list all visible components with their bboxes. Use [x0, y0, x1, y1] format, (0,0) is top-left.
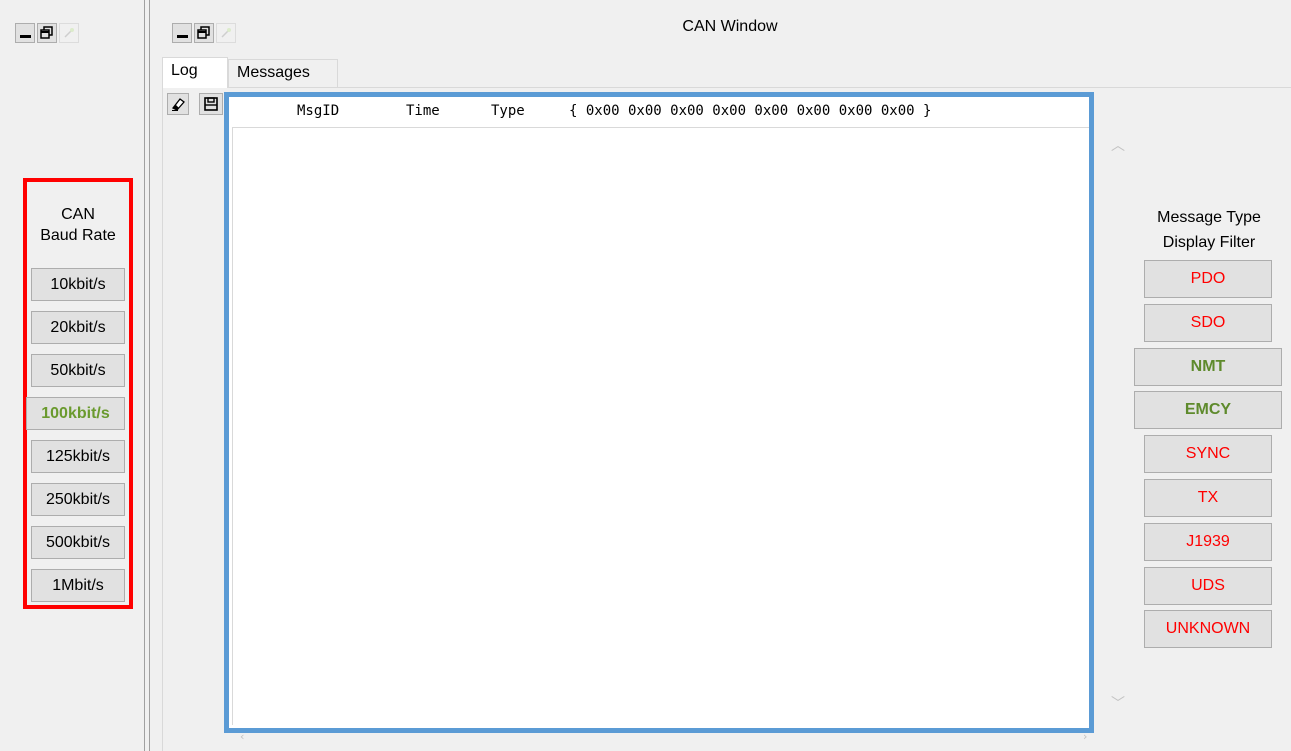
baud-20k-button[interactable]: 20kbit/s — [31, 311, 125, 344]
filter-unknown-button[interactable]: UNKNOWN — [1144, 610, 1272, 648]
left-panel-pin-button[interactable] — [59, 23, 79, 43]
log-content[interactable] — [232, 127, 1089, 725]
pin-icon — [64, 28, 74, 38]
filter-pdo-button[interactable]: PDO — [1144, 260, 1272, 298]
scroll-up-icon[interactable]: ︿ — [1111, 135, 1125, 155]
log-header: MsgID Time Type { 0x00 0x00 0x00 0x00 0x… — [229, 97, 1089, 125]
column-type[interactable]: Type — [491, 97, 525, 125]
baud-250k-button[interactable]: 250kbit/s — [31, 483, 125, 516]
save-icon — [204, 97, 218, 111]
baud-rate-title: CAN Baud Rate — [27, 204, 129, 246]
baud-50k-button[interactable]: 50kbit/s — [31, 354, 125, 387]
scroll-right-icon[interactable]: › — [1083, 730, 1087, 743]
filter-sync-button[interactable]: SYNC — [1144, 435, 1272, 473]
clear-log-button[interactable] — [167, 93, 189, 115]
filter-j1939-button[interactable]: J1939 — [1144, 523, 1272, 561]
baud-500k-button[interactable]: 500kbit/s — [31, 526, 125, 559]
filter-tx-button[interactable]: TX — [1144, 479, 1272, 517]
baud-rate-panel: CAN Baud Rate 10kbit/s 20kbit/s 50kbit/s… — [23, 178, 133, 609]
baud-rate-title-line2: Baud Rate — [40, 227, 116, 244]
filter-title-line1: Message Type — [1157, 209, 1261, 226]
scroll-left-icon[interactable]: ‹ — [240, 730, 244, 743]
panel-splitter[interactable] — [144, 0, 150, 751]
column-data[interactable]: { 0x00 0x00 0x00 0x00 0x00 0x00 0x00 0x0… — [569, 97, 931, 125]
baud-1m-button[interactable]: 1Mbit/s — [31, 569, 125, 602]
eraser-icon — [172, 98, 185, 111]
left-panel-restore-button[interactable] — [37, 23, 57, 43]
baud-125k-button[interactable]: 125kbit/s — [31, 440, 125, 473]
filter-uds-button[interactable]: UDS — [1144, 567, 1272, 605]
save-log-button[interactable] — [199, 93, 223, 115]
tab-messages[interactable]: Messages — [228, 59, 338, 87]
log-list[interactable]: MsgID Time Type { 0x00 0x00 0x00 0x00 0x… — [224, 92, 1094, 733]
left-panel-minimize-button[interactable] — [15, 23, 35, 43]
window-title: CAN Window — [682, 18, 778, 35]
tab-log[interactable]: Log — [162, 57, 228, 89]
filter-title-line2: Display Filter — [1162, 234, 1256, 251]
column-msgid[interactable]: MsgID — [297, 97, 339, 125]
baud-10k-button[interactable]: 10kbit/s — [31, 268, 125, 301]
filter-nmt-button[interactable]: NMT — [1134, 348, 1282, 386]
baud-100k-button[interactable]: 100kbit/s — [26, 397, 125, 430]
filter-emcy-button[interactable]: EMCY — [1134, 391, 1282, 429]
filter-title: Message Type Display Filter — [1134, 205, 1284, 255]
column-time[interactable]: Time — [406, 97, 440, 125]
scroll-down-icon[interactable]: ﹀ — [1111, 693, 1125, 713]
restore-icon — [40, 26, 53, 39]
filter-sdo-button[interactable]: SDO — [1144, 304, 1272, 342]
baud-rate-title-line1: CAN — [61, 206, 95, 223]
